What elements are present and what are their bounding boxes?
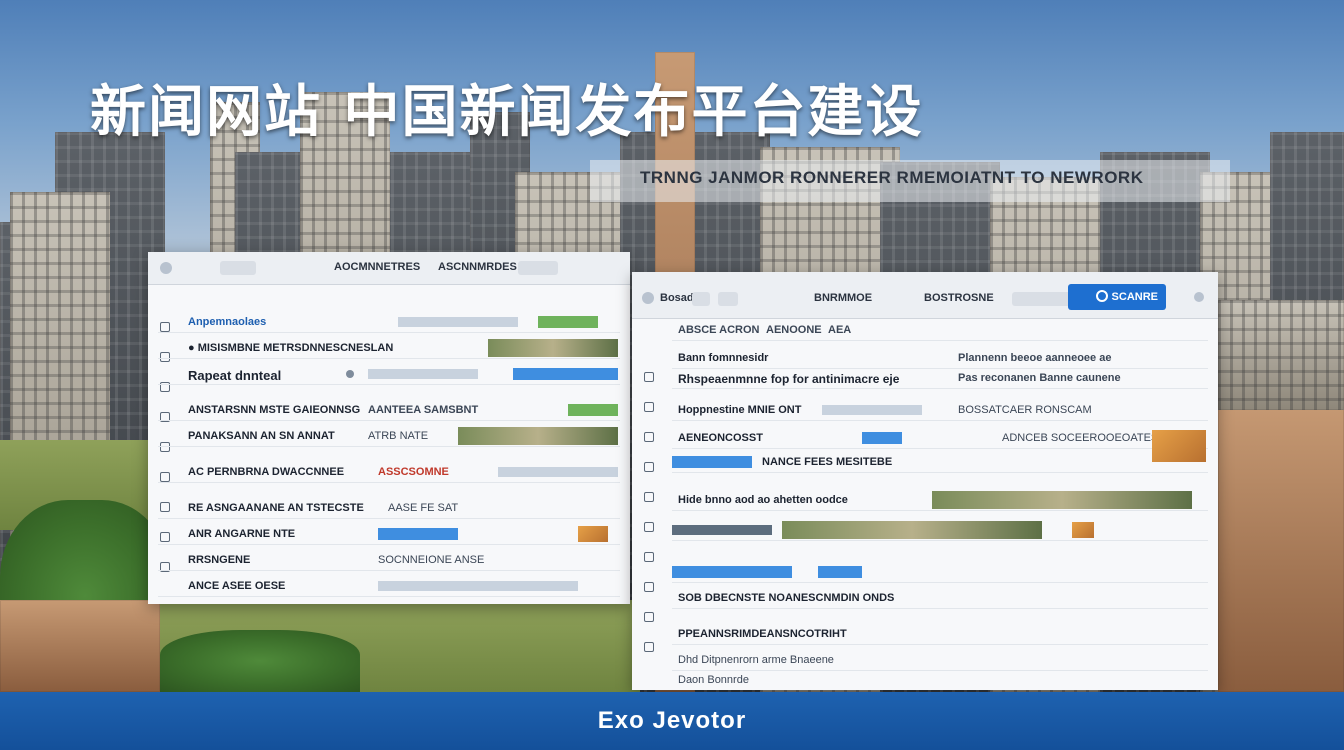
classic-building <box>0 600 160 692</box>
list-item[interactable]: SOB DBECNSTE NOANESCNMDIN ONDS <box>672 588 1208 609</box>
list-item[interactable]: ANCE ASEE OESE <box>158 576 620 597</box>
list-item[interactable]: PANAKSANN AN SN ANNAT ATRB NATE <box>158 426 620 447</box>
left-window-toolbar: AOCMNNETRES ASCNNMRDES <box>148 252 630 285</box>
list-icon[interactable] <box>644 552 654 562</box>
building <box>1218 300 1344 410</box>
list-item[interactable]: ANR ANGARNE NTE <box>158 524 620 545</box>
circle-icon[interactable] <box>642 292 654 304</box>
list-icon[interactable] <box>644 522 654 532</box>
list-icon[interactable] <box>644 582 654 592</box>
toolbar-item[interactable]: BNRMMOE <box>814 292 872 304</box>
subheadline: TRNNG JANMOR RONNERER RMEMOIATNT TO NEWR… <box>640 168 1144 187</box>
list-item[interactable]: Hide bnno aod ao ahetten oodce <box>672 490 1208 511</box>
list-item[interactable]: Bann fomnnesidr Plannenn beeoe aanneoee … <box>672 348 1208 369</box>
old-rooftops <box>1218 400 1344 692</box>
list-item[interactable]: NANCE FEES MESITEBE <box>672 452 1208 473</box>
right-side-icons <box>642 372 656 672</box>
list-item[interactable]: AC PERNBRNA DWACCNNEE ASSCSOMNE <box>158 462 620 483</box>
list-item[interactable]: AENEONCOSST ADNCEB SOCEEROOEOATES <box>672 428 1208 462</box>
address-pill[interactable] <box>1012 292 1072 306</box>
list-item[interactable]: Rapeat dnnteal <box>158 364 620 385</box>
address-pill[interactable] <box>718 292 738 306</box>
toolbar-item[interactable]: ASCNNMRDES <box>438 261 517 273</box>
search-icon <box>1096 290 1108 302</box>
list-item[interactable]: PPEANNSRIMDEANSNCOTRIHT <box>672 624 1208 645</box>
close-icon[interactable] <box>1194 292 1204 302</box>
tab-bar: ABSCE ACRON AENOONE AEA <box>672 322 1208 341</box>
headline: 新闻网站 中国新闻发布平台建设 <box>90 80 924 145</box>
address-pill[interactable] <box>518 261 558 275</box>
list-item[interactable] <box>672 562 1208 583</box>
list-item[interactable]: Dhd Ditpnenrorn arme Bnaeene <box>672 650 1208 671</box>
list-icon[interactable] <box>644 372 654 382</box>
toolbar-item[interactable]: Bosad <box>660 292 694 304</box>
tab[interactable]: AENOONE <box>766 324 822 336</box>
search-button[interactable]: SCANRE <box>1068 284 1166 310</box>
list-item[interactable]: ANSTARSNN MSTE GAIEONNSG AANTEEA SAMSBNT <box>158 400 620 421</box>
list-item[interactable]: Rhspeaenmnne fop for antinimacre eje Pas… <box>672 368 1208 389</box>
trees <box>160 630 360 692</box>
list-icon[interactable] <box>644 462 654 472</box>
footer-logo-text: Exo Jevotor <box>597 707 747 734</box>
address-pill[interactable] <box>220 261 256 275</box>
list-icon[interactable] <box>644 642 654 652</box>
list-item[interactable]: Hoppnestine MNIE ONT BOSSATCAER RONSCAM <box>672 400 1208 421</box>
toolbar-item[interactable]: BOSTROSNE <box>924 292 994 304</box>
list-icon[interactable] <box>644 492 654 502</box>
list-item[interactable]: RE ASNGAANANE AN TSTECSTE AASE FE SAT <box>158 498 620 519</box>
list-icon[interactable] <box>644 402 654 412</box>
list-item[interactable]: RRSNGENE SOCNNEIONE ANSE <box>158 550 620 571</box>
tab[interactable]: ABSCE ACRON <box>678 324 760 336</box>
toolbar-item[interactable]: AOCMNNETRES <box>334 261 420 273</box>
list-icon[interactable] <box>644 432 654 442</box>
left-browser-window: AOCMNNETRES ASCNNMRDES Anpemnaolaes ● MI… <box>148 252 630 604</box>
right-window-toolbar: Bosad BNRMMOE BOSTROSNE SCANRE <box>632 272 1218 319</box>
list-item[interactable] <box>672 520 1208 541</box>
list-icon[interactable] <box>644 612 654 622</box>
circle-icon[interactable] <box>160 262 172 274</box>
right-browser-window: Bosad BNRMMOE BOSTROSNE SCANRE ABSCE ACR… <box>632 272 1218 690</box>
list-item[interactable]: ● MISISMBNE METRSDNNESCNESLAN <box>158 338 620 359</box>
address-pill[interactable] <box>692 292 710 306</box>
list-item[interactable]: Anpemnaolaes <box>158 312 620 333</box>
tab[interactable]: AEA <box>828 324 851 336</box>
list-item[interactable]: Daon Bonnrde <box>672 670 1208 690</box>
